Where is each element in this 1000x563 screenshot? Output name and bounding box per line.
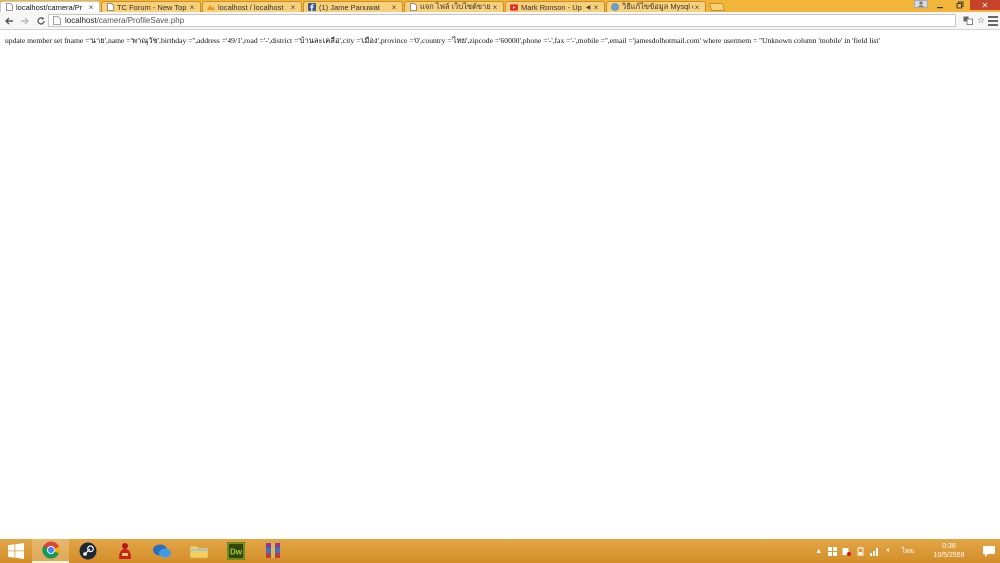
address-bar[interactable]: localhost/camera/ProfileSave.php bbox=[48, 14, 956, 27]
close-icon[interactable]: × bbox=[188, 3, 196, 12]
menu-bar bbox=[988, 20, 998, 22]
battery-icon[interactable] bbox=[856, 546, 866, 556]
taskbar-chrome[interactable] bbox=[32, 539, 69, 563]
red-figure-icon bbox=[118, 543, 131, 559]
page-icon bbox=[409, 3, 417, 11]
minimize-button[interactable] bbox=[930, 0, 950, 10]
clock[interactable]: 0:38 10/5/2559 bbox=[920, 542, 978, 560]
chrome-menu-button[interactable] bbox=[988, 15, 998, 27]
page-icon bbox=[53, 16, 61, 25]
user-profile-button[interactable] bbox=[914, 0, 928, 8]
tab-title: localhost / localhost bbox=[218, 2, 284, 12]
window-controls: ✕ bbox=[930, 0, 1000, 10]
speaker-icon: ◀ bbox=[585, 4, 591, 11]
reload-icon bbox=[37, 16, 45, 25]
taskbar-dreamweaver[interactable]: Dw bbox=[217, 539, 254, 563]
tab-title: TC Forum - New Top bbox=[117, 2, 187, 12]
page-icon bbox=[106, 3, 114, 11]
restore-icon bbox=[956, 1, 964, 9]
chrome-icon bbox=[41, 541, 59, 559]
tab-phpmyadmin[interactable]: localhost / localhost × bbox=[202, 1, 302, 12]
menu-bar bbox=[988, 24, 998, 26]
phpmyadmin-icon bbox=[207, 3, 215, 11]
tab-tc-forum[interactable]: TC Forum - New Top × bbox=[101, 1, 201, 12]
close-icon[interactable]: × bbox=[289, 3, 297, 12]
security-warning-icon[interactable] bbox=[842, 546, 852, 556]
tab-title: localhost/camera/Pr bbox=[16, 2, 83, 12]
restore-button[interactable] bbox=[950, 0, 970, 10]
winrar-icon bbox=[265, 543, 280, 558]
page-content: update member set fname ='นาย',name ='พา… bbox=[0, 31, 1000, 539]
action-center-button[interactable] bbox=[978, 539, 1000, 563]
clock-date: 10/5/2559 bbox=[933, 552, 965, 559]
back-button[interactable] bbox=[2, 14, 16, 28]
close-icon[interactable]: × bbox=[390, 3, 398, 12]
tab-mysql[interactable]: วิธีแก้ไขข้อมูล Mysql d × bbox=[606, 1, 706, 12]
back-arrow-icon bbox=[5, 17, 13, 24]
tab-localhost-camera[interactable]: localhost/camera/Pr × bbox=[0, 1, 100, 12]
forward-arrow-icon bbox=[21, 17, 29, 24]
page-icon bbox=[5, 3, 13, 11]
tab-title: Mark Ronson - Up bbox=[521, 2, 582, 12]
folder-icon bbox=[189, 545, 208, 559]
reload-button[interactable] bbox=[34, 14, 48, 28]
chat-bubbles-icon bbox=[152, 544, 171, 558]
close-icon: ✕ bbox=[981, 0, 989, 10]
bookmark-star-icon[interactable]: ☆ bbox=[976, 15, 986, 25]
close-icon[interactable]: × bbox=[693, 3, 701, 12]
taskbar-steam[interactable] bbox=[69, 539, 106, 563]
tab-youtube[interactable]: Mark Ronson - Up ◀ × bbox=[505, 1, 605, 12]
url-host: localhost bbox=[65, 16, 97, 25]
close-window-button[interactable]: ✕ bbox=[970, 0, 1000, 10]
chevron-up-icon[interactable]: ▲ bbox=[814, 546, 824, 556]
volume-icon[interactable]: 🔈︎ bbox=[884, 546, 894, 556]
forward-button[interactable] bbox=[18, 14, 32, 28]
system-tray: ▲ 🔈︎ ไทย 0:38 10/5/2559 bbox=[812, 539, 1000, 563]
youtube-icon bbox=[510, 3, 518, 11]
address-url: localhost/camera/ProfileSave.php bbox=[65, 16, 184, 25]
taskbar-winrar[interactable] bbox=[254, 539, 291, 563]
browser-toolbar: localhost/camera/ProfileSave.php ☆ bbox=[0, 12, 1000, 30]
user-icon bbox=[918, 1, 924, 7]
network-icon[interactable] bbox=[870, 546, 880, 556]
menu-bar bbox=[988, 16, 998, 18]
close-icon[interactable]: × bbox=[87, 3, 95, 12]
close-icon[interactable]: × bbox=[592, 3, 600, 12]
steam-icon bbox=[79, 542, 96, 560]
taskbar-chat[interactable] bbox=[143, 539, 180, 563]
dreamweaver-icon: Dw bbox=[226, 542, 245, 560]
facebook-icon bbox=[308, 3, 316, 11]
windows-flag-icon[interactable] bbox=[828, 546, 838, 556]
tab-web-file[interactable]: แจก ไฟล์ เว็บไซต์ขายมือ × bbox=[404, 1, 504, 12]
translate-icon[interactable] bbox=[963, 15, 973, 25]
start-button[interactable] bbox=[0, 539, 32, 563]
dreamweaver-label: Dw bbox=[230, 548, 243, 557]
notification-icon bbox=[983, 546, 995, 557]
taskbar-file-explorer[interactable] bbox=[180, 539, 217, 563]
tab-strip: localhost/camera/Pr × TC Forum - New Top… bbox=[0, 0, 1000, 12]
windows-taskbar: Dw ▲ 🔈︎ ไทย 0:38 10/5/2559 bbox=[0, 539, 1000, 563]
omnibox-actions: ☆ bbox=[963, 15, 986, 25]
close-icon[interactable]: × bbox=[491, 3, 499, 12]
windows-logo-icon bbox=[8, 543, 24, 559]
globe-icon bbox=[611, 3, 619, 11]
tab-facebook[interactable]: (1) Jame Panuwat × bbox=[303, 1, 403, 12]
sql-error-output: update member set fname ='นาย',name ='พา… bbox=[5, 36, 880, 45]
input-language[interactable]: ไทย bbox=[902, 546, 914, 557]
tab-title: (1) Jame Panuwat bbox=[319, 2, 380, 12]
new-tab-button[interactable] bbox=[708, 3, 726, 11]
minimize-icon bbox=[937, 7, 943, 9]
clock-time: 0:38 bbox=[942, 543, 956, 550]
tab-title: แจก ไฟล์ เว็บไซต์ขายมือ bbox=[420, 2, 491, 11]
url-path: /camera/ProfileSave.php bbox=[96, 16, 185, 25]
taskbar-red-app[interactable] bbox=[106, 539, 143, 563]
tab-title: วิธีแก้ไขข้อมูล Mysql d bbox=[622, 2, 693, 11]
